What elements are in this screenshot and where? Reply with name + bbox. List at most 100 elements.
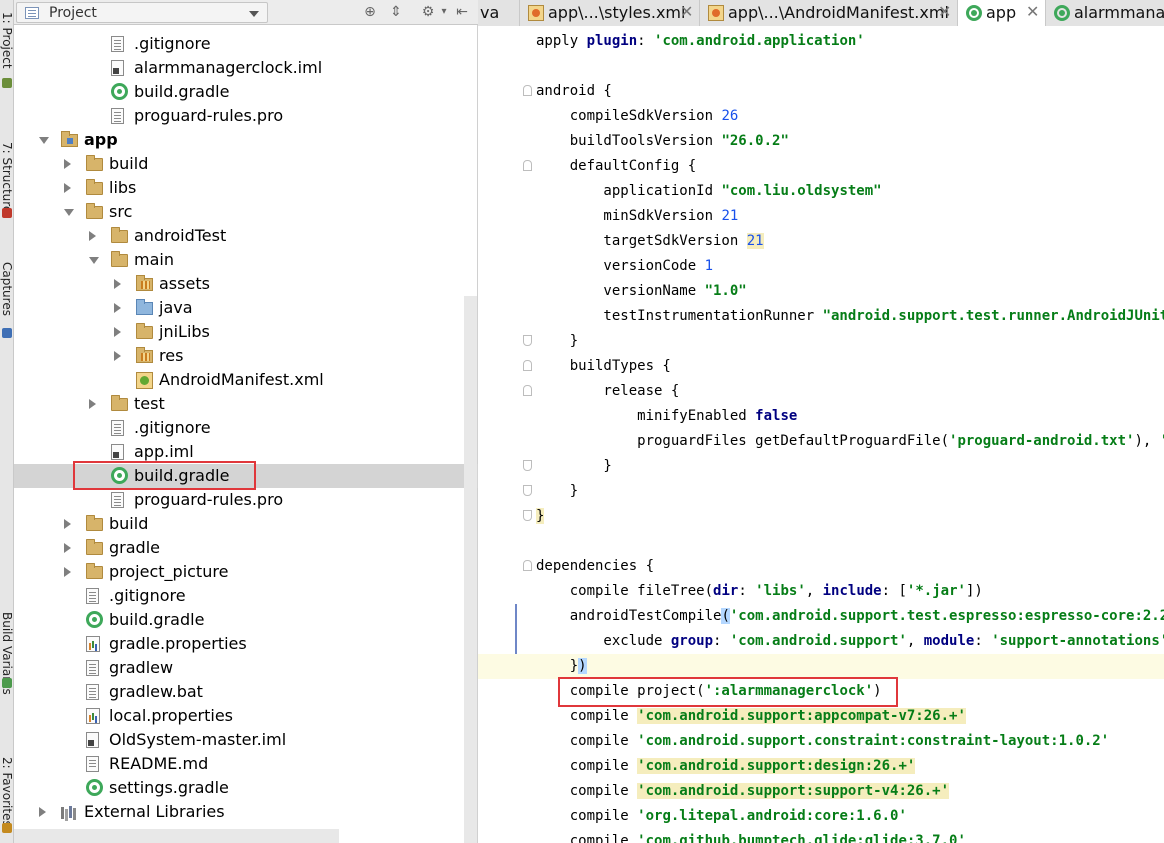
tree-vertical-scrollbar[interactable] (464, 296, 477, 843)
tree-item[interactable]: androidTest (14, 224, 478, 248)
tool-tab-build-variants[interactable]: Build Variants (0, 600, 13, 720)
tree-item[interactable]: proguard-rules.pro (14, 104, 478, 128)
close-icon[interactable]: ✕ (938, 2, 951, 22)
code-token: dir (713, 583, 739, 599)
module-file-icon (111, 444, 124, 460)
tree-item-label: java (159, 298, 193, 317)
tree-item-label: .gitignore (134, 418, 211, 437)
editor-tab[interactable]: app ✕ (958, 0, 1046, 26)
chevron-right-icon[interactable] (39, 807, 46, 817)
editor-tab[interactable]: va (478, 0, 520, 26)
chevron-right-icon[interactable] (114, 279, 121, 289)
gear-menu-arrow-icon[interactable]: ▾ (436, 4, 452, 20)
code-line: targetSdkVersion 21 (478, 229, 1164, 254)
code-token: } (536, 458, 612, 474)
tree-item[interactable]: local.properties (14, 704, 478, 728)
file-icon (86, 660, 99, 676)
collapse-all-icon[interactable]: ⇕ (388, 4, 404, 20)
tree-item[interactable]: README.md (14, 752, 478, 776)
code-line: compile fileTree(dir: 'libs', include: [… (478, 579, 1164, 604)
tree-item[interactable]: build.gradle (14, 608, 478, 632)
chevron-right-icon[interactable] (114, 303, 121, 313)
tree-item-label: build.gradle (109, 610, 205, 629)
tree-item[interactable]: alarmmanagerclock.iml (14, 56, 478, 80)
tree-item[interactable]: gradlew.bat (14, 680, 478, 704)
hide-panel-icon[interactable]: ⇤ (454, 4, 470, 20)
tree-item-label: .gitignore (134, 34, 211, 53)
chevron-down-icon[interactable] (39, 137, 49, 144)
tool-tab-captures[interactable]: Captures (0, 250, 13, 370)
code-token: : (738, 583, 756, 599)
tool-tab-2-favorites[interactable]: 2: Favorites (0, 745, 13, 843)
chevron-right-icon[interactable] (89, 399, 96, 409)
chevron-right-icon[interactable] (64, 183, 71, 193)
tree-item-label: assets (159, 274, 210, 293)
code-token: compile (536, 783, 638, 799)
chevron-down-icon[interactable] (89, 257, 99, 264)
chevron-right-icon[interactable] (114, 327, 121, 337)
tree-item[interactable]: build.gradle (14, 464, 478, 488)
tree-item[interactable]: .gitignore (14, 416, 478, 440)
tree-item[interactable]: project_picture (14, 560, 478, 584)
tree-item[interactable]: app.iml (14, 440, 478, 464)
tree-item[interactable]: gradle.properties (14, 632, 478, 656)
tree-item-label: gradle (109, 538, 160, 557)
folder-icon (111, 227, 128, 243)
chevron-right-icon[interactable] (89, 231, 96, 241)
locate-target-icon[interactable]: ⊕ (362, 4, 378, 20)
tree-item[interactable]: AndroidManifest.xml (14, 368, 478, 392)
close-icon[interactable]: ✕ (680, 2, 693, 22)
tree-item[interactable]: libs (14, 176, 478, 200)
chevron-right-icon[interactable] (64, 567, 71, 577)
tree-item[interactable]: test (14, 392, 478, 416)
chevron-down-icon[interactable] (64, 209, 74, 216)
code-token: 'com.android.support.constraint:constrai… (637, 733, 1110, 749)
code-token: "1.0" (704, 283, 747, 299)
code-token: 'com.android.support:support-v4:26.+' (637, 783, 950, 799)
code-token: } (536, 333, 579, 349)
tool-tab-1-project[interactable]: 1: Project (0, 0, 13, 120)
tree-item[interactable]: build (14, 512, 478, 536)
chevron-right-icon[interactable] (64, 543, 71, 553)
tree-item[interactable]: assets (14, 272, 478, 296)
gear-icon[interactable]: ⚙ (420, 4, 436, 20)
code-token: buildToolsVersion (536, 133, 722, 149)
tree-item[interactable]: res (14, 344, 478, 368)
tree-item[interactable]: build (14, 152, 478, 176)
code-line: buildToolsVersion "26.0.2" (478, 129, 1164, 154)
tree-item[interactable]: OldSystem-master.iml (14, 728, 478, 752)
project-view-selector[interactable]: Project (16, 2, 268, 23)
tool-tab-7-structure[interactable]: 7: Structure (0, 130, 13, 250)
tree-item[interactable]: gradlew (14, 656, 478, 680)
tree-item-label: app.iml (134, 442, 194, 461)
tree-item[interactable]: .gitignore (14, 32, 478, 56)
tree-item[interactable]: jniLibs (14, 320, 478, 344)
tree-item[interactable]: settings.gradle (14, 776, 478, 800)
editor-tab-label: app\...\AndroidManifest.xml (728, 3, 949, 22)
tree-item[interactable]: proguard-rules.pro (14, 488, 478, 512)
tree-item[interactable]: .gitignore (14, 584, 478, 608)
tree-item[interactable]: java (14, 296, 478, 320)
close-icon[interactable]: ✕ (1026, 2, 1039, 22)
file-icon (86, 588, 99, 604)
tree-item-label: local.properties (109, 706, 234, 725)
editor-tab[interactable]: alarmmanagerclock (1046, 0, 1164, 26)
tree-horizontal-scrollbar[interactable] (14, 829, 339, 843)
file-icon (111, 420, 124, 436)
code-token: : (974, 633, 992, 649)
code-token: , (805, 583, 823, 599)
tree-item[interactable]: gradle (14, 536, 478, 560)
editor-tab[interactable]: app\...\styles.xml ✕ (520, 0, 700, 26)
editor-tab[interactable]: app\...\AndroidManifest.xml ✕ (700, 0, 958, 26)
tree-item[interactable]: main (14, 248, 478, 272)
chevron-right-icon[interactable] (64, 519, 71, 529)
tree-item[interactable]: src (14, 200, 478, 224)
tree-item[interactable]: app (14, 128, 478, 152)
tree-item[interactable]: build.gradle (14, 80, 478, 104)
tree-item[interactable]: External Libraries (14, 800, 478, 824)
chevron-right-icon[interactable] (64, 159, 71, 169)
code-area[interactable]: apply plugin: 'com.android.application' a… (478, 26, 1164, 843)
editor-tab-label: app\...\styles.xml (548, 3, 686, 22)
chevron-right-icon[interactable] (114, 351, 121, 361)
code-token: compile fileTree( (536, 583, 714, 599)
